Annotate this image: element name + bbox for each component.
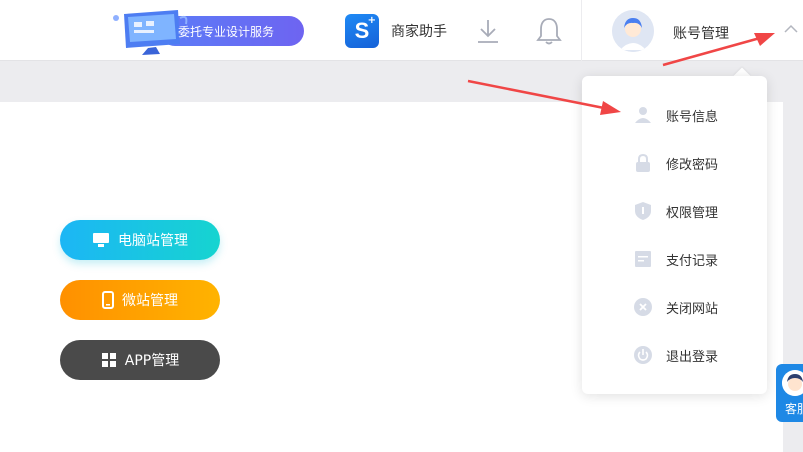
menu-item-account-info[interactable]: 账号信息: [582, 95, 767, 135]
monitor-icon: [93, 233, 109, 247]
merchant-assistant-label: 商家助手: [391, 24, 447, 40]
menu-item-label: 账号信息: [666, 110, 719, 125]
merchant-assistant-logo-icon: S +: [345, 14, 379, 48]
bell-icon[interactable]: [535, 16, 563, 46]
merchant-assistant[interactable]: S + 商家助手: [345, 14, 447, 48]
customer-service-label: 客服: [785, 402, 803, 416]
close-circle-icon: [634, 298, 652, 316]
grid-icon: [101, 353, 116, 367]
pc-site-management-button[interactable]: 电脑站管理: [60, 220, 220, 260]
menu-item-close-website[interactable]: 关闭网站: [582, 287, 767, 327]
customer-service-tab[interactable]: 客服: [776, 364, 803, 422]
menu-item-logout[interactable]: 退出登录: [582, 335, 767, 375]
user-icon: [635, 107, 651, 123]
design-service-banner[interactable]: 委托专业设计服务: [110, 8, 316, 56]
menu-item-change-password[interactable]: 修改密码: [582, 143, 767, 183]
menu-item-label: 修改密码: [666, 158, 719, 173]
document-icon: [635, 251, 651, 267]
customer-service-icon: [782, 370, 803, 396]
mobile-site-management-button[interactable]: 微站管理: [60, 280, 220, 320]
download-icon[interactable]: [476, 18, 500, 44]
menu-item-label: 支付记录: [666, 254, 719, 269]
lock-icon: [636, 153, 650, 172]
menu-item-label: 退出登录: [666, 350, 719, 365]
phone-icon: [102, 291, 114, 309]
pc-site-management-label: 电脑站管理: [118, 233, 188, 249]
header-divider: [581, 0, 582, 61]
account-management-label[interactable]: 账号管理: [673, 23, 729, 43]
menu-item-label: 权限管理: [666, 206, 719, 221]
account-dropdown-menu: 账号信息 修改密码 权限管理 支付记录 关闭网站 退出登录: [582, 76, 767, 394]
avatar-person-icon: [612, 10, 654, 52]
menu-item-permission-management[interactable]: 权限管理: [582, 191, 767, 231]
power-icon: [634, 346, 652, 364]
app-management-button[interactable]: APP管理: [60, 340, 220, 380]
menu-item-payment-records[interactable]: 支付记录: [582, 239, 767, 279]
shield-icon: [635, 202, 651, 220]
app-management-label: APP管理: [124, 353, 180, 369]
avatar[interactable]: [612, 10, 654, 52]
mobile-site-management-label: 微站管理: [122, 293, 178, 309]
chevron-up-icon[interactable]: [784, 24, 798, 34]
menu-item-label: 关闭网站: [666, 302, 719, 317]
design-service-label: 委托专业设计服务: [178, 25, 275, 39]
top-bar: 委托专业设计服务 S + 商家助手 账号管理: [0, 0, 803, 61]
